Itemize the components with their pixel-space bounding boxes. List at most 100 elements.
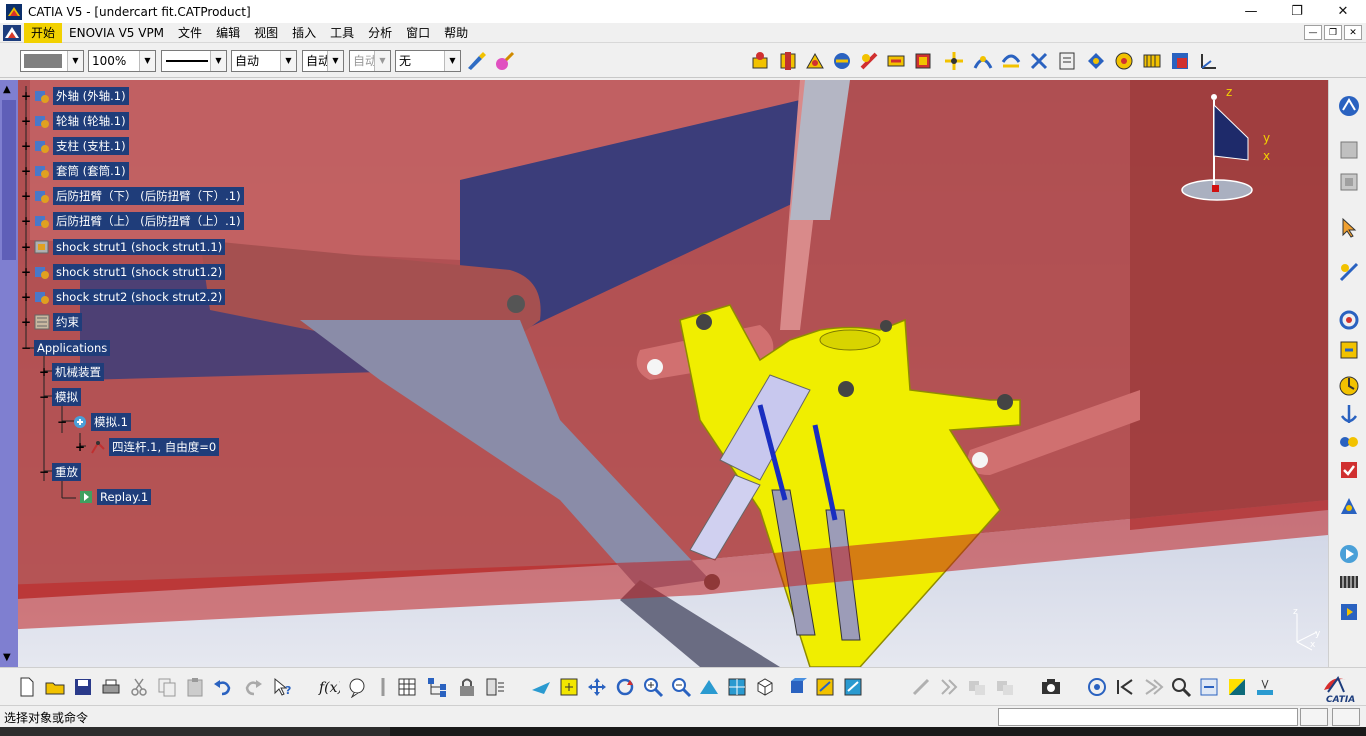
paint-brush-icon[interactable] bbox=[465, 50, 487, 72]
menu-window[interactable]: 窗口 bbox=[399, 23, 437, 43]
render-style-combo[interactable]: 无 ▼ bbox=[395, 50, 461, 72]
fastener-icon[interactable] bbox=[372, 676, 394, 698]
expand-toggle[interactable]: + bbox=[21, 140, 31, 152]
catalog-icon[interactable] bbox=[396, 676, 418, 698]
menu-analysis[interactable]: 分析 bbox=[361, 23, 399, 43]
roll-curve-joint-icon[interactable] bbox=[1028, 50, 1050, 72]
tree-scrollbar[interactable]: ▲ ▼ bbox=[0, 80, 18, 667]
prismatic-joint-icon[interactable] bbox=[804, 50, 826, 72]
cable-joint-icon[interactable] bbox=[1169, 50, 1191, 72]
cv-joint-icon[interactable] bbox=[1085, 50, 1107, 72]
swap-visible-space-icon[interactable] bbox=[842, 676, 864, 698]
pan-icon[interactable] bbox=[586, 676, 608, 698]
copy-icon[interactable] bbox=[156, 676, 178, 698]
collapse-toggle[interactable]: − bbox=[39, 391, 49, 403]
select-arrow-icon[interactable] bbox=[1337, 216, 1361, 240]
simulation-with-commands-icon[interactable] bbox=[1337, 542, 1361, 566]
shading-icon[interactable] bbox=[786, 676, 808, 698]
manipulation-icon[interactable] bbox=[1337, 308, 1361, 332]
section-icon[interactable] bbox=[1226, 676, 1248, 698]
hide-show-swap-icon[interactable] bbox=[814, 676, 836, 698]
3d-viewport[interactable]: z y x z y x 外轴 (外轴.1) 轮轴 (轮轴.1) 支柱 (支柱.1… bbox=[0, 80, 1328, 667]
slide-curve-joint-icon[interactable] bbox=[1000, 50, 1022, 72]
point-curve-joint-icon[interactable] bbox=[972, 50, 994, 72]
expand-toggle[interactable]: + bbox=[21, 115, 31, 127]
tree-node-shock-strut2-2[interactable]: shock strut2 (shock strut2.2) bbox=[34, 288, 226, 306]
rack-joint-icon[interactable] bbox=[1141, 50, 1163, 72]
tree-node-mechanisms[interactable]: 机械装置 bbox=[52, 363, 104, 381]
tree-structure-icon[interactable] bbox=[426, 676, 448, 698]
tree-node-replay-1[interactable]: Replay.1 bbox=[78, 488, 152, 506]
save-icon[interactable] bbox=[72, 676, 94, 698]
menu-help[interactable]: 帮助 bbox=[437, 23, 475, 43]
kinematics-workbench-icon[interactable] bbox=[1337, 94, 1361, 118]
expand-toggle[interactable]: + bbox=[21, 316, 31, 328]
expand-toggle[interactable]: + bbox=[21, 190, 31, 202]
isometric-view-icon[interactable] bbox=[754, 676, 776, 698]
menu-enovia[interactable]: ENOVIA V5 VPM bbox=[62, 23, 171, 43]
menu-insert[interactable]: 插入 bbox=[285, 23, 323, 43]
doc-close-button[interactable]: ✕ bbox=[1344, 25, 1362, 40]
zoom-out-icon[interactable] bbox=[670, 676, 692, 698]
anchor-icon[interactable] bbox=[1337, 402, 1361, 426]
close-button[interactable]: ✕ bbox=[1320, 0, 1366, 23]
collapse-toggle[interactable]: − bbox=[39, 466, 49, 478]
layer-combo[interactable]: 自动 ▼ bbox=[302, 50, 344, 72]
camera-icon[interactable] bbox=[1040, 676, 1062, 698]
menu-start[interactable]: 开始 bbox=[24, 22, 63, 43]
compile-simulation-icon[interactable] bbox=[1337, 570, 1361, 594]
thickness-combo[interactable]: 自动 ▼ bbox=[231, 50, 297, 72]
apply-material-icon[interactable] bbox=[493, 50, 515, 72]
scroll-down-arrow-icon[interactable]: ▼ bbox=[3, 652, 15, 664]
zoom-in-icon[interactable] bbox=[642, 676, 664, 698]
fly-mode-icon[interactable] bbox=[530, 676, 552, 698]
print-icon[interactable] bbox=[100, 676, 122, 698]
collapse-toggle[interactable]: − bbox=[57, 416, 67, 428]
linetype-combo[interactable]: ▼ bbox=[161, 50, 227, 72]
product-icon[interactable] bbox=[1337, 138, 1361, 162]
expand-toggle[interactable]: + bbox=[21, 241, 31, 253]
revolute-joint-icon[interactable] bbox=[777, 50, 799, 72]
gear-joint-icon[interactable] bbox=[1113, 50, 1135, 72]
scroll-up-arrow-icon[interactable]: ▲ bbox=[3, 84, 15, 96]
command-history-button[interactable] bbox=[1300, 708, 1328, 726]
hide-show-icon[interactable] bbox=[484, 676, 506, 698]
command-input[interactable] bbox=[998, 708, 1298, 726]
command-options-button[interactable] bbox=[1332, 708, 1360, 726]
taskbar-search-area[interactable] bbox=[0, 727, 390, 736]
tree-node-strut[interactable]: 支柱 (支柱.1) bbox=[34, 137, 129, 155]
rigid-joint-icon[interactable] bbox=[943, 50, 965, 72]
transparency-combo[interactable]: 100% ▼ bbox=[88, 50, 156, 72]
tree-node-shock-strut1-2[interactable]: shock strut1 (shock strut1.2) bbox=[34, 263, 226, 281]
tree-node-shock-strut1-1[interactable]: shock strut1 (shock strut1.1) bbox=[34, 238, 226, 256]
component-icon[interactable] bbox=[1337, 170, 1361, 194]
color-combo[interactable]: ▼ bbox=[20, 50, 84, 72]
menu-view[interactable]: 视图 bbox=[247, 23, 285, 43]
tree-node-torque-arm-upper[interactable]: 后防扭臂（上） (后防扭臂（上）.1) bbox=[34, 212, 244, 230]
multi-view-icon[interactable] bbox=[726, 676, 748, 698]
planar-joint-icon[interactable] bbox=[912, 50, 934, 72]
tree-node-outer-axle[interactable]: 外轴 (外轴.1) bbox=[34, 87, 129, 105]
knowledge-advisor-icon[interactable] bbox=[346, 676, 368, 698]
cylindrical-joint-icon[interactable] bbox=[831, 50, 853, 72]
expand-toggle[interactable]: + bbox=[39, 366, 49, 378]
fix-together-icon[interactable] bbox=[1337, 430, 1361, 454]
snap-icon[interactable] bbox=[1337, 338, 1361, 362]
whats-this-icon[interactable]: ? bbox=[272, 676, 294, 698]
tree-node-simulation-1[interactable]: 模拟.1 bbox=[72, 413, 131, 431]
tree-node-replays[interactable]: 重放 bbox=[52, 463, 81, 481]
tree-node-wheel-axle[interactable]: 轮轴 (轮轴.1) bbox=[34, 112, 129, 130]
search-icon[interactable] bbox=[1170, 676, 1192, 698]
menu-file[interactable]: 文件 bbox=[171, 23, 209, 43]
sensor-icon[interactable] bbox=[1337, 374, 1361, 398]
undo-icon[interactable] bbox=[212, 676, 234, 698]
spherical-joint-icon[interactable] bbox=[885, 50, 907, 72]
expand-toggle[interactable]: + bbox=[21, 215, 31, 227]
skip-back-icon[interactable] bbox=[1114, 676, 1136, 698]
annotation-icon[interactable] bbox=[1254, 676, 1276, 698]
universal-joint-icon[interactable] bbox=[1056, 50, 1078, 72]
doc-restore-button[interactable]: ❐ bbox=[1324, 25, 1342, 40]
quick-constraint-icon[interactable] bbox=[1337, 458, 1361, 482]
normal-view-icon[interactable] bbox=[698, 676, 720, 698]
maximize-button[interactable]: ❐ bbox=[1274, 0, 1320, 23]
